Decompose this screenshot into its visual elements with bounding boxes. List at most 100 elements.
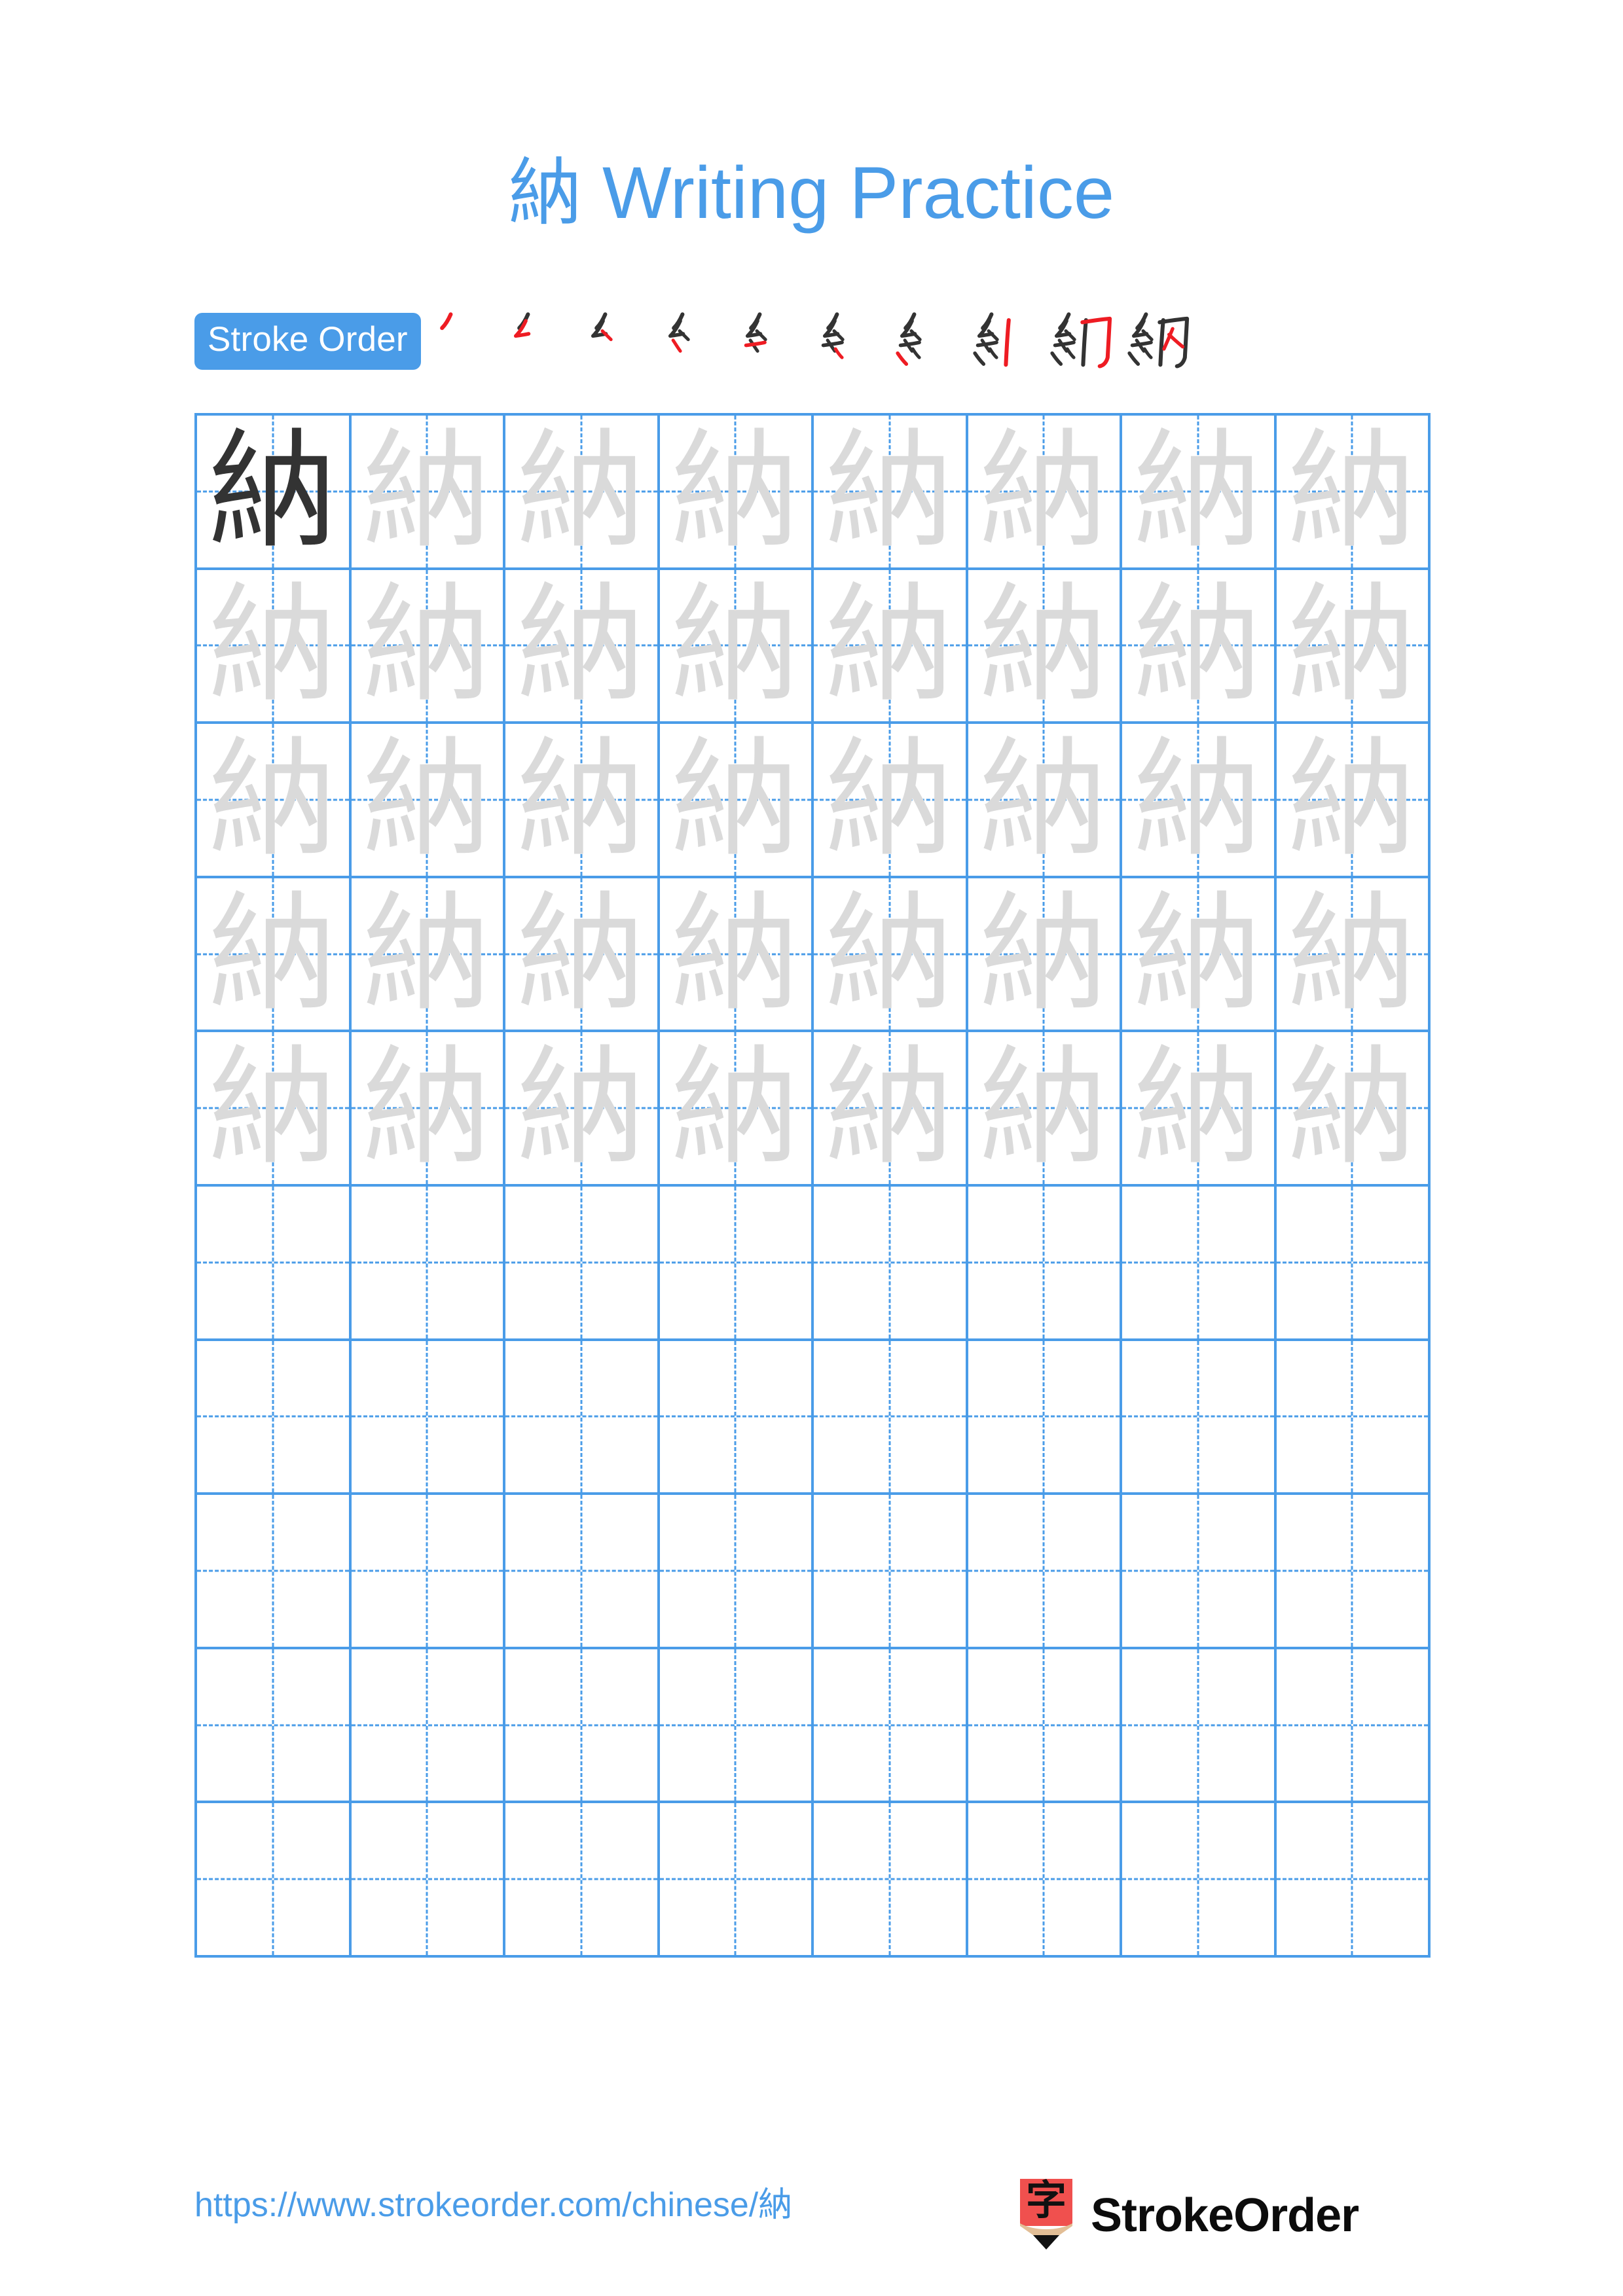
practice-cell-r3-c5[interactable]: 納 <box>814 724 968 878</box>
practice-cell-r1-c3[interactable]: 納 <box>505 416 660 570</box>
practice-cell-r8-c1[interactable] <box>197 1495 352 1649</box>
practice-cell-r4-c4[interactable]: 納 <box>659 878 814 1033</box>
practice-cell-r8-c6[interactable] <box>968 1495 1122 1649</box>
trace-character: 納 <box>825 725 954 874</box>
practice-cell-r2-c8[interactable]: 納 <box>1276 569 1431 725</box>
practice-cell-r4-c2[interactable]: 納 <box>351 878 505 1033</box>
practice-cell-r9-c7[interactable] <box>1122 1649 1277 1804</box>
trace-character: 納 <box>979 725 1108 874</box>
practice-cell-r10-c4[interactable] <box>659 1803 814 1958</box>
practice-cell-r9-c3[interactable] <box>505 1649 660 1804</box>
practice-cell-r2-c6[interactable]: 納 <box>968 569 1122 725</box>
practice-cell-r4-c8[interactable]: 納 <box>1276 878 1431 1033</box>
practice-cell-r4-c3[interactable]: 納 <box>505 878 660 1033</box>
practice-cell-r1-c6[interactable]: 納 <box>968 416 1122 570</box>
stroke-order-step-7 <box>887 305 964 377</box>
practice-cell-r5-c1[interactable]: 納 <box>197 1032 352 1187</box>
trace-character: 納 <box>363 571 492 721</box>
practice-cell-r10-c1[interactable] <box>197 1803 352 1958</box>
practice-cell-r9-c5[interactable] <box>814 1649 968 1804</box>
practice-cell-r1-c2[interactable]: 納 <box>351 416 505 570</box>
trace-character: 納 <box>979 879 1108 1029</box>
trace-character: 納 <box>671 1033 800 1183</box>
practice-cell-r7-c8[interactable] <box>1276 1340 1431 1496</box>
trace-character: 納 <box>363 1033 492 1183</box>
practice-cell-r10-c2[interactable] <box>351 1803 505 1958</box>
practice-cell-r7-c2[interactable] <box>351 1340 505 1496</box>
pencil-tip <box>1033 2235 1059 2250</box>
practice-cell-r7-c5[interactable] <box>814 1340 968 1496</box>
practice-cell-r5-c5[interactable]: 納 <box>814 1032 968 1187</box>
practice-cell-r7-c4[interactable] <box>659 1340 814 1496</box>
practice-cell-r8-c2[interactable] <box>351 1495 505 1649</box>
practice-cell-r5-c3[interactable]: 納 <box>505 1032 660 1187</box>
practice-cell-r10-c8[interactable] <box>1276 1803 1431 1958</box>
practice-cell-r2-c4[interactable]: 納 <box>659 569 814 725</box>
practice-cell-r4-c6[interactable]: 納 <box>968 878 1122 1033</box>
practice-cell-r7-c3[interactable] <box>505 1340 660 1496</box>
practice-cell-r5-c6[interactable]: 納 <box>968 1032 1122 1187</box>
trace-character: 納 <box>979 1033 1108 1183</box>
practice-cell-r5-c8[interactable]: 納 <box>1276 1032 1431 1187</box>
practice-cell-r4-c5[interactable]: 納 <box>814 878 968 1033</box>
practice-cell-r7-c1[interactable] <box>197 1340 352 1496</box>
practice-cell-r2-c3[interactable]: 納 <box>505 569 660 725</box>
practice-cell-r5-c4[interactable]: 納 <box>659 1032 814 1187</box>
practice-cell-r2-c2[interactable]: 納 <box>351 569 505 725</box>
practice-cell-r9-c6[interactable] <box>968 1649 1122 1804</box>
trace-character: 納 <box>1288 879 1417 1029</box>
trace-character: 納 <box>363 879 492 1029</box>
logo-character: 字 <box>1026 2179 1067 2224</box>
practice-cell-r2-c1[interactable]: 納 <box>197 569 352 725</box>
practice-cell-r1-c4[interactable]: 納 <box>659 416 814 570</box>
practice-cell-r3-c7[interactable]: 納 <box>1122 724 1277 878</box>
practice-cell-r7-c7[interactable] <box>1122 1340 1277 1496</box>
practice-cell-r1-c5[interactable]: 納 <box>814 416 968 570</box>
source-url-link[interactable]: https://www.strokeorder.com/chinese/納 <box>194 2185 792 2225</box>
practice-cell-r3-c3[interactable]: 納 <box>505 724 660 878</box>
practice-cell-r3-c8[interactable]: 納 <box>1276 724 1431 878</box>
trace-character: 納 <box>1288 571 1417 721</box>
practice-cell-r10-c6[interactable] <box>968 1803 1122 1958</box>
practice-cell-r2-c7[interactable]: 納 <box>1122 569 1277 725</box>
stroke-6 <box>1065 347 1076 359</box>
stroke-6 <box>911 347 921 359</box>
practice-cell-r8-c3[interactable] <box>505 1495 660 1649</box>
practice-cell-r4-c7[interactable]: 納 <box>1122 878 1277 1033</box>
practice-cell-r7-c6[interactable] <box>968 1340 1122 1496</box>
practice-cell-r6-c5[interactable] <box>814 1187 968 1341</box>
practice-cell-r6-c1[interactable] <box>197 1187 352 1341</box>
practice-cell-r8-c5[interactable] <box>814 1495 968 1649</box>
practice-cell-r9-c4[interactable] <box>659 1649 814 1804</box>
practice-cell-r3-c2[interactable]: 納 <box>351 724 505 878</box>
practice-cell-r9-c8[interactable] <box>1276 1649 1431 1804</box>
trace-character: 納 <box>1288 416 1417 566</box>
practice-cell-r3-c1[interactable]: 納 <box>197 724 352 878</box>
practice-cell-r6-c7[interactable] <box>1122 1187 1277 1341</box>
practice-cell-r1-c7[interactable]: 納 <box>1122 416 1277 570</box>
practice-cell-r1-c1[interactable]: 納 <box>197 416 352 570</box>
practice-cell-r4-c1[interactable]: 納 <box>197 878 352 1033</box>
practice-cell-r8-c4[interactable] <box>659 1495 814 1649</box>
practice-cell-r6-c8[interactable] <box>1276 1187 1431 1341</box>
stroke-5 <box>1053 340 1076 348</box>
practice-cell-r8-c7[interactable] <box>1122 1495 1277 1649</box>
practice-cell-r6-c4[interactable] <box>659 1187 814 1341</box>
practice-cell-r6-c6[interactable] <box>968 1187 1122 1341</box>
practice-cell-r6-c2[interactable] <box>351 1187 505 1341</box>
practice-cell-r5-c7[interactable]: 納 <box>1122 1032 1277 1187</box>
practice-cell-r10-c3[interactable] <box>505 1803 660 1958</box>
practice-cell-r8-c8[interactable] <box>1276 1495 1431 1649</box>
practice-cell-r5-c2[interactable]: 納 <box>351 1032 505 1187</box>
practice-cell-r3-c4[interactable]: 納 <box>659 724 814 878</box>
practice-cell-r1-c8[interactable]: 納 <box>1276 416 1431 570</box>
trace-character: 納 <box>671 725 800 874</box>
practice-cell-r6-c3[interactable] <box>505 1187 660 1341</box>
trace-character: 納 <box>517 879 646 1029</box>
practice-cell-r9-c1[interactable] <box>197 1649 352 1804</box>
practice-cell-r10-c5[interactable] <box>814 1803 968 1958</box>
practice-cell-r10-c7[interactable] <box>1122 1803 1277 1958</box>
practice-cell-r2-c5[interactable]: 納 <box>814 569 968 725</box>
practice-cell-r9-c2[interactable] <box>351 1649 505 1804</box>
practice-cell-r3-c6[interactable]: 納 <box>968 724 1122 878</box>
